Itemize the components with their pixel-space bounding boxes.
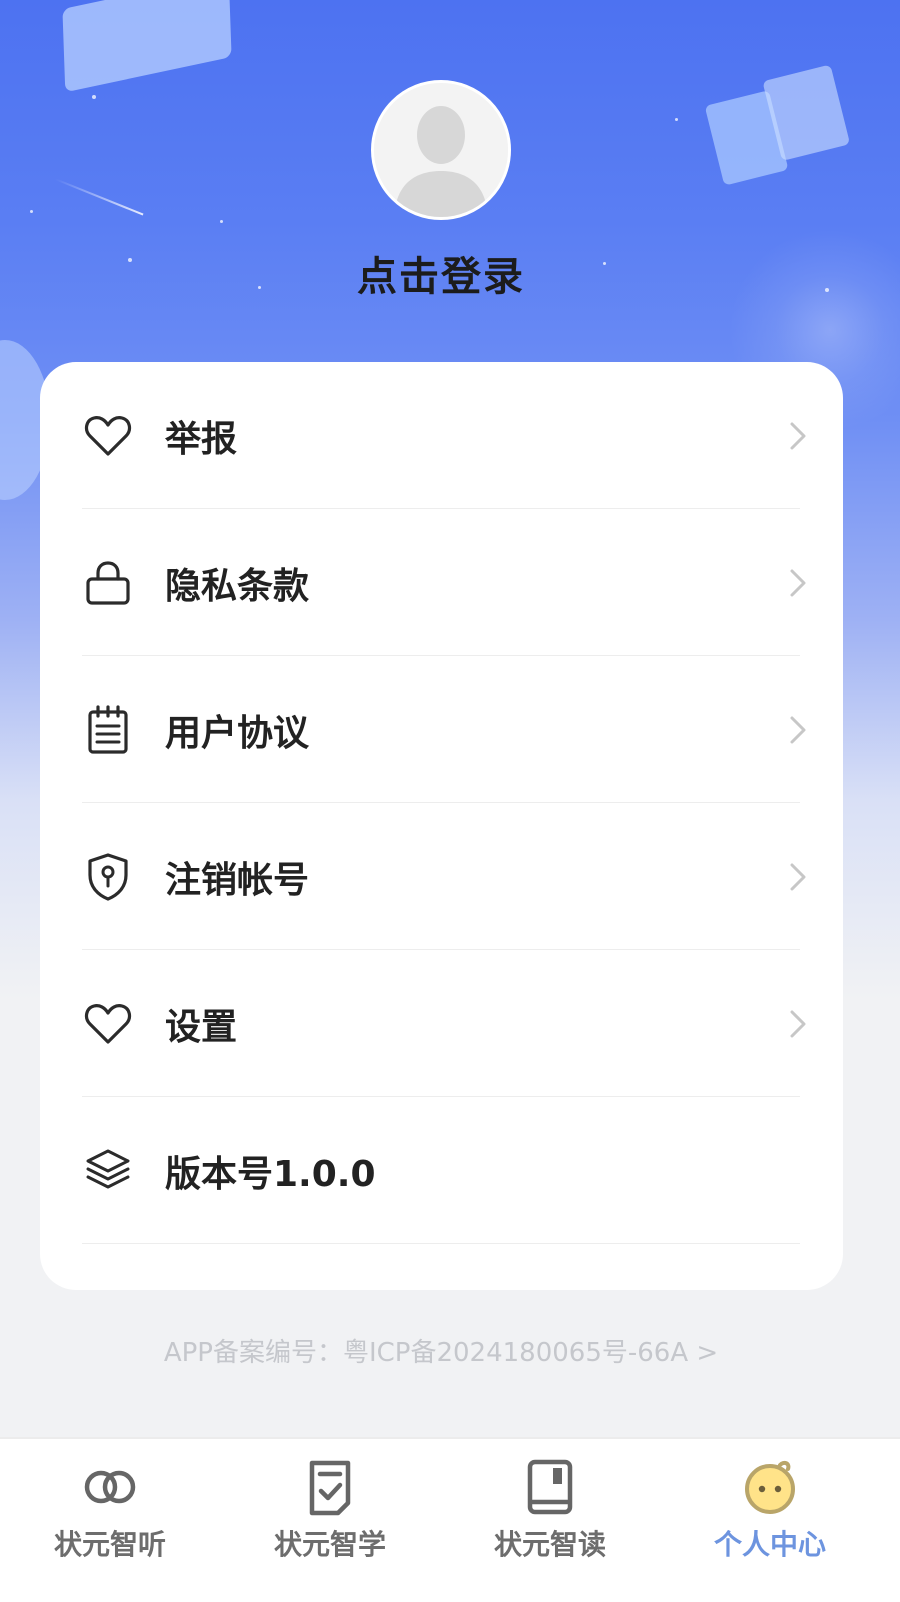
menu-item-report[interactable]: 举报 (40, 362, 843, 509)
menu-item-user-agreement[interactable]: 用户协议 (40, 656, 843, 803)
checklist-icon (309, 1460, 351, 1516)
icp-record-link[interactable]: APP备案编号：粤ICP备2024180065号-66A > (0, 1332, 882, 1369)
menu-item-label: 注销帐号 (165, 859, 310, 901)
bottom-tab-bar: 状元智听 状元智学 状元智读 个人中心 (0, 1437, 900, 1602)
chevron-right-icon (790, 422, 806, 449)
shield-icon (88, 852, 128, 901)
chevron-right-icon (790, 716, 806, 743)
chevron-right-icon (790, 863, 806, 890)
star-decoration (603, 262, 606, 265)
tab-label: 个人中心 (713, 1528, 826, 1561)
star-decoration (258, 286, 261, 289)
star-decoration (825, 288, 829, 292)
star-decoration (128, 258, 132, 262)
heart-icon (84, 1003, 132, 1044)
shooting-star-decoration (54, 178, 144, 216)
notepad-icon (88, 704, 128, 754)
rings-icon (84, 1470, 136, 1504)
tab-study[interactable]: 状元智学 (220, 1439, 440, 1602)
heart-icon (84, 415, 132, 456)
floating-book-decoration (702, 63, 862, 192)
menu-item-label: 用户协议 (165, 712, 310, 754)
star-decoration (92, 95, 96, 99)
floating-paper-decoration (62, 0, 232, 93)
divider (82, 1243, 800, 1244)
menu-card: 举报 隐私条款 用户协议 注销帐号 设置 版本号1.0.0 (40, 362, 843, 1290)
login-prompt[interactable]: 点击登录 (300, 244, 582, 302)
user-silhouette-icon (374, 83, 508, 217)
avatar[interactable] (371, 80, 511, 220)
tab-label: 状元智读 (493, 1528, 606, 1561)
star-decoration (30, 210, 33, 213)
lock-icon (86, 560, 130, 605)
tab-label: 状元智听 (53, 1528, 166, 1561)
smiley-icon (745, 1460, 795, 1514)
layers-icon (86, 1149, 130, 1188)
tab-read[interactable]: 状元智读 (440, 1439, 660, 1602)
chevron-right-icon (790, 1010, 806, 1037)
star-decoration (220, 220, 223, 223)
tab-listen[interactable]: 状元智听 (0, 1439, 220, 1602)
menu-item-label: 设置 (165, 1006, 238, 1048)
version-label: 版本号1.0.0 (165, 1153, 376, 1195)
menu-item-version: 版本号1.0.0 (40, 1097, 843, 1244)
menu-item-privacy[interactable]: 隐私条款 (40, 509, 843, 656)
tab-label: 状元智学 (273, 1528, 386, 1561)
tab-profile[interactable]: 个人中心 (660, 1439, 880, 1602)
star-decoration (675, 118, 678, 121)
menu-item-settings[interactable]: 设置 (40, 950, 843, 1097)
chevron-right-icon (790, 569, 806, 596)
menu-item-delete-account[interactable]: 注销帐号 (40, 803, 843, 950)
book-icon (527, 1459, 573, 1515)
menu-item-label: 隐私条款 (165, 565, 310, 607)
menu-item-label: 举报 (165, 418, 238, 460)
